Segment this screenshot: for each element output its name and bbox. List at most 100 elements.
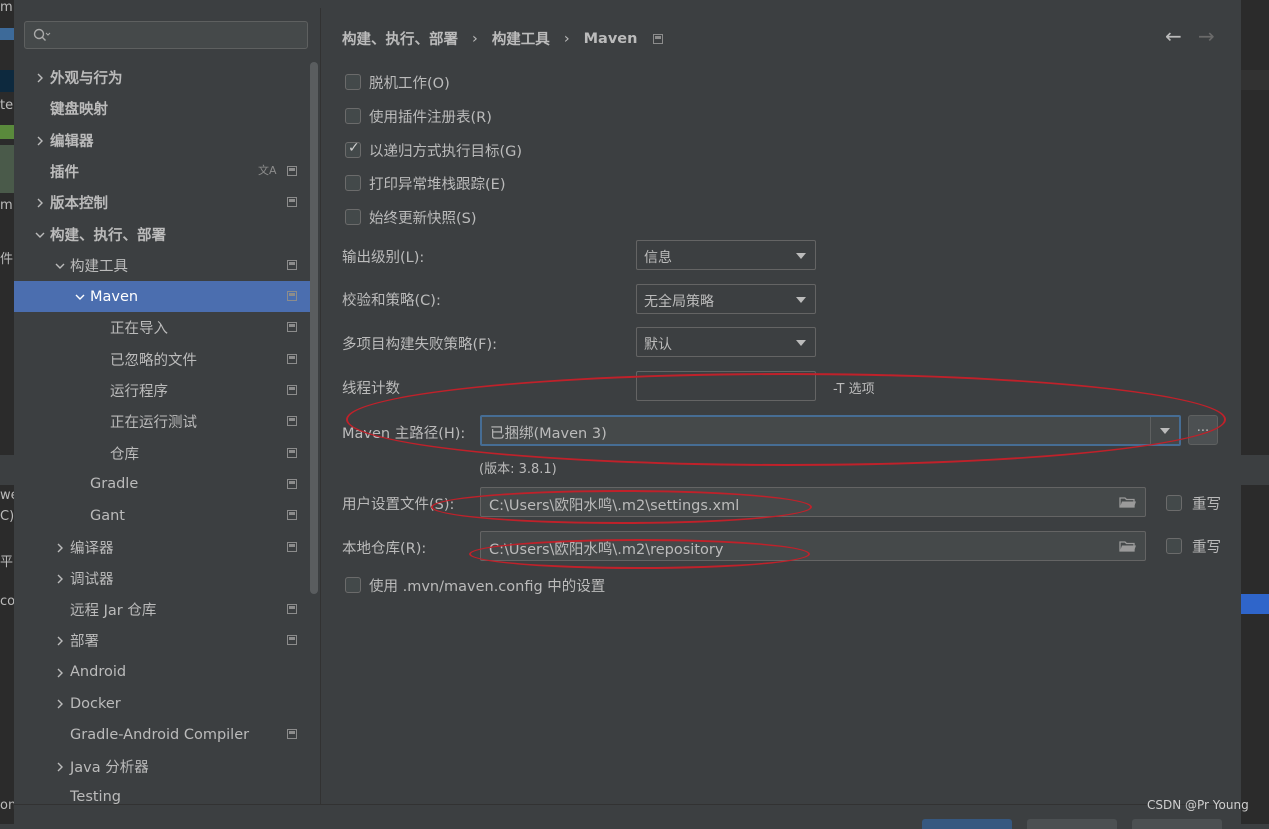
tree-item[interactable]: 部署 — [14, 625, 310, 656]
ide-fragment: te — [0, 98, 14, 113]
checkbox-update-snapshots[interactable]: 始终更新快照(S) — [345, 207, 477, 227]
checkbox-box[interactable] — [345, 175, 361, 191]
tree-item[interactable]: 外观与行为 — [14, 62, 310, 93]
checkbox-box[interactable] — [345, 74, 361, 90]
tree-item-label: 键盘映射 — [50, 102, 108, 119]
chevron-right-icon[interactable] — [34, 135, 46, 147]
chevron-down-icon[interactable] — [54, 260, 66, 272]
output-level-select[interactable]: 信息 — [636, 240, 816, 270]
local-repo-label: 本地仓库(R): — [342, 541, 427, 557]
maven-home-combo[interactable]: 已捆绑(Maven 3) — [480, 415, 1181, 446]
chevron-right-icon[interactable] — [34, 72, 46, 84]
tree-item[interactable]: 构建、执行、部署 — [14, 219, 310, 250]
chevron-down-icon[interactable] — [1160, 428, 1170, 434]
checkbox-recursive[interactable]: 以递归方式执行目标(G) — [345, 140, 522, 160]
tree-item[interactable]: 正在运行测试 — [14, 406, 310, 437]
dialog-footer — [14, 804, 1241, 829]
checkbox-box[interactable] — [345, 108, 361, 124]
tree-item[interactable]: 编辑器 — [14, 125, 310, 156]
tree-item[interactable]: 插件 文A — [14, 156, 310, 187]
tree-item[interactable]: 版本控制 — [14, 187, 310, 218]
tree-item[interactable]: 仓库 — [14, 438, 310, 469]
folder-icon[interactable] — [1119, 540, 1137, 552]
tree-item[interactable]: 构建工具 — [14, 250, 310, 281]
project-scope-icon — [287, 259, 297, 270]
thread-count-hint: -T 选项 — [833, 382, 875, 397]
combo-separator — [1150, 417, 1151, 444]
tree-item[interactable]: Testing — [14, 782, 310, 804]
tree-item[interactable]: 运行程序 — [14, 375, 310, 406]
thread-count-label: 线程计数 — [342, 381, 400, 397]
breadcrumb-build-tools[interactable]: 构建工具 — [492, 28, 550, 49]
checkbox-box[interactable] — [345, 577, 361, 593]
chevron-right-icon[interactable] — [54, 573, 66, 585]
checkbox-override-repo[interactable]: 重写 — [1166, 536, 1221, 556]
tree-item[interactable]: 远程 Jar 仓库 — [14, 594, 310, 625]
back-arrow-icon[interactable]: ← — [1165, 26, 1182, 46]
ide-fragment: m — [0, 0, 13, 15]
chevron-right-icon[interactable] — [54, 667, 66, 679]
checkbox-box[interactable] — [345, 209, 361, 225]
checkbox-print-stack[interactable]: 打印异常堆栈跟踪(E) — [345, 173, 505, 193]
tree-item-label: 编辑器 — [50, 133, 94, 150]
ide-panel — [0, 145, 14, 193]
checksum-policy-select[interactable]: 无全局策略 — [636, 284, 816, 314]
browse-maven-home-button[interactable]: ... — [1188, 415, 1218, 445]
tree-item[interactable]: Gant — [14, 500, 310, 531]
checkbox-label: 脱机工作(O) — [369, 75, 450, 92]
tree-item[interactable]: 正在导入 — [14, 312, 310, 343]
ok-button[interactable] — [922, 819, 1012, 829]
search-input[interactable] — [24, 21, 308, 49]
sidebar-scrollbar[interactable] — [310, 62, 318, 594]
folder-icon — [0, 28, 14, 40]
checkbox-offline[interactable]: 脱机工作(O) — [345, 72, 450, 92]
tree-item[interactable]: Docker — [14, 688, 310, 719]
checkbox-mvn-config[interactable]: 使用 .mvn/maven.config 中的设置 — [345, 575, 605, 595]
cancel-button[interactable] — [1027, 819, 1117, 829]
tree-item-label: 插件 — [50, 164, 79, 181]
checkbox-label: 始终更新快照(S) — [369, 210, 477, 227]
chevron-right-icon[interactable] — [54, 761, 66, 773]
checkbox-override-settings[interactable]: 重写 — [1166, 493, 1221, 513]
chevron-right-icon[interactable] — [54, 542, 66, 554]
chevron-down-icon[interactable] — [74, 291, 86, 303]
tree-item[interactable]: 调试器 — [14, 563, 310, 594]
ide-selection — [1241, 594, 1269, 614]
fail-policy-select[interactable]: 默认 — [636, 327, 816, 357]
tree-item-label: 构建工具 — [70, 258, 128, 275]
checkbox-label: 使用 .mvn/maven.config 中的设置 — [369, 578, 606, 595]
chevron-right-icon[interactable] — [34, 197, 46, 209]
chevron-right-icon[interactable] — [54, 698, 66, 710]
user-settings-input[interactable]: C:\Users\欧阳水鸣\.m2\settings.xml — [480, 487, 1146, 517]
project-scope-icon — [287, 165, 297, 176]
checkbox-box[interactable] — [1166, 495, 1182, 511]
tree-item-label: 已忽略的文件 — [110, 352, 197, 369]
checkbox-plugin-registry[interactable]: 使用插件注册表(R) — [345, 106, 492, 126]
project-scope-icon — [287, 447, 297, 458]
tree-item[interactable]: 键盘映射 — [14, 93, 310, 124]
breadcrumb-build[interactable]: 构建、执行、部署 — [342, 28, 458, 49]
tree-item[interactable]: Maven — [14, 281, 310, 313]
tree-item[interactable]: 编译器 — [14, 532, 310, 563]
tree-item[interactable]: Android — [14, 657, 310, 688]
tree-item[interactable]: Gradle-Android Compiler — [14, 719, 310, 750]
checkbox-box[interactable] — [1166, 538, 1182, 554]
local-repo-input[interactable]: C:\Users\欧阳水鸣\.m2\repository — [480, 531, 1146, 561]
checkbox-label: 以递归方式执行目标(G) — [369, 143, 523, 160]
project-scope-icon — [287, 510, 297, 521]
tree-item[interactable]: Java 分析器 — [14, 751, 310, 782]
forward-arrow-icon[interactable]: → — [1198, 26, 1215, 46]
ide-fragment: 平 — [0, 555, 14, 570]
thread-count-input[interactable] — [636, 371, 816, 401]
chevron-right-icon[interactable] — [54, 635, 66, 647]
chevron-down-icon — [796, 297, 806, 303]
project-scope-icon — [287, 478, 297, 489]
tree-item-label: 远程 Jar 仓库 — [70, 603, 157, 620]
checkbox-box[interactable] — [345, 140, 361, 158]
apply-button[interactable] — [1132, 819, 1222, 829]
tree-item[interactable]: Gradle — [14, 469, 310, 500]
chevron-down-icon[interactable] — [34, 229, 46, 241]
tree-item-label: 正在运行测试 — [110, 415, 197, 432]
folder-icon[interactable] — [1119, 496, 1137, 508]
tree-item[interactable]: 已忽略的文件 — [14, 344, 310, 375]
